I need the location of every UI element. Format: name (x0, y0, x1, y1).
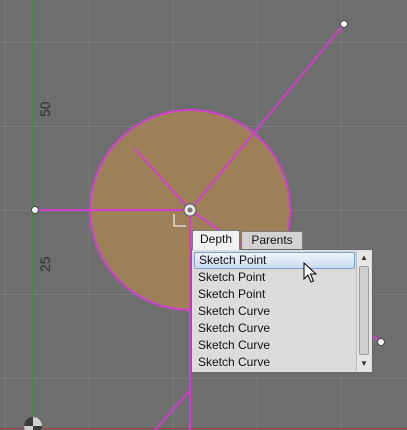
axis-label-25: 25 (37, 256, 53, 272)
axis-label-50: 50 (37, 101, 53, 117)
list-item-sketch-curve-1[interactable]: Sketch Curve (194, 303, 355, 320)
scrollbar-thumb[interactable] (359, 266, 369, 355)
tab-parents[interactable]: Parents (241, 231, 303, 249)
scroll-down-icon[interactable]: ▼ (357, 357, 371, 371)
tab-depth[interactable]: Depth (192, 230, 240, 250)
selection-popup: Depth Parents Sketch Point Sketch Point … (189, 230, 373, 376)
selection-list[interactable]: Sketch Point Sketch Point Sketch Point S… (191, 249, 373, 373)
list-item-sketch-curve-4[interactable]: Sketch Curve (194, 354, 355, 371)
list-item-sketch-curve-2[interactable]: Sketch Curve (194, 320, 355, 337)
list-item-sketch-point-2[interactable]: Sketch Point (194, 269, 355, 286)
arrow-pointer-icon (303, 262, 317, 283)
list-scrollbar[interactable]: ▲ ▼ (356, 251, 371, 371)
list-item-sketch-point-3[interactable]: Sketch Point (194, 286, 355, 303)
origin-icon (24, 417, 42, 430)
list-item-sketch-curve-3[interactable]: Sketch Curve (194, 337, 355, 354)
center-point-highlight[interactable] (183, 203, 197, 217)
selection-list-items: Sketch Point Sketch Point Sketch Point S… (194, 252, 355, 371)
list-item-sketch-point-1[interactable]: Sketch Point (194, 252, 355, 269)
scroll-up-icon[interactable]: ▲ (357, 251, 371, 265)
